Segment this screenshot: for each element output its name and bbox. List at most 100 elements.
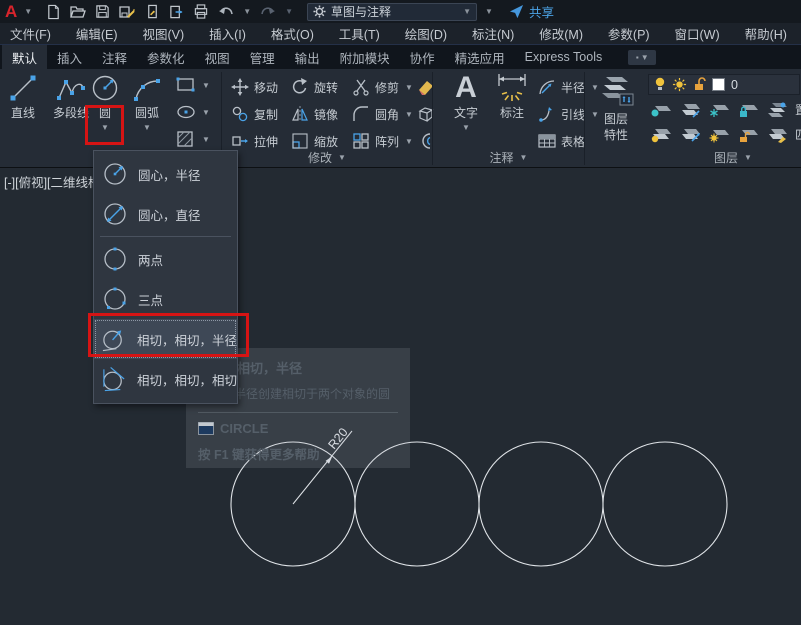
layer-on-icon[interactable] (650, 126, 672, 143)
mirror-button[interactable]: 镜像 (291, 104, 338, 124)
tab-express-tools[interactable]: Express Tools (515, 45, 613, 69)
save-as-icon[interactable] (119, 4, 136, 20)
menu-item-tan-tan-tan[interactable]: 相切，相切，相切 (94, 359, 237, 399)
arc-button[interactable]: 圆弧 ▼ (124, 71, 170, 132)
text-button[interactable]: A 文字 ▼ (444, 71, 488, 133)
layers-panel-label[interactable]: 图层 ▼ (650, 149, 801, 166)
redo-icon[interactable] (260, 5, 276, 19)
trim-button[interactable]: 修剪 ▼ (352, 77, 413, 97)
layer-unisolate-icon[interactable] (679, 126, 701, 143)
export-icon[interactable] (169, 4, 184, 20)
arc-dropdown-caret-icon[interactable]: ▼ (143, 123, 151, 132)
fillet-button[interactable]: 圆角 ▼ (352, 104, 413, 124)
layer-unlock-row-icon[interactable] (737, 126, 759, 143)
rectangle-caret-icon[interactable]: ▼ (202, 81, 210, 90)
tab-insert[interactable]: 插入 (47, 45, 92, 69)
menu-item-center-radius[interactable]: 圆心，半径 (94, 154, 237, 194)
table-button[interactable]: 表格 (538, 131, 585, 151)
radius-icon (539, 80, 555, 95)
tab-view[interactable]: 视图 (195, 45, 240, 69)
hatch-caret-icon[interactable]: ▼ (202, 135, 210, 144)
layer-thaw-icon[interactable] (708, 126, 730, 143)
redo-caret-icon[interactable]: ▼ (285, 7, 293, 16)
tab-home[interactable]: 默认 (2, 45, 48, 69)
set-current-layer-icon[interactable] (766, 101, 788, 118)
menu-help[interactable]: 帮助(H) (745, 24, 787, 43)
layer-selector[interactable]: 0 (648, 74, 800, 95)
tab-featured-apps[interactable]: 精选应用 (445, 45, 515, 69)
move-button[interactable]: 移动 (231, 77, 278, 97)
array-caret-icon[interactable]: ▼ (405, 137, 413, 146)
fillet-icon (353, 106, 368, 121)
explode-button[interactable] (416, 104, 436, 124)
menu-draw[interactable]: 绘图(D) (405, 24, 447, 43)
tab-parametric[interactable]: 参数化 (137, 45, 195, 69)
undo-caret-icon[interactable]: ▼ (243, 7, 251, 16)
print-icon[interactable] (193, 4, 209, 19)
tab-annotate[interactable]: 注释 (92, 45, 137, 69)
autocad-logo-icon[interactable]: A (5, 2, 17, 22)
polyline-icon (57, 80, 85, 100)
app-menu-caret-icon[interactable]: ▼ (24, 7, 32, 16)
menu-tools[interactable]: 工具(T) (339, 24, 380, 43)
rectangle-icon (176, 77, 195, 92)
menu-window[interactable]: 窗口(W) (675, 24, 720, 43)
fillet-caret-icon[interactable]: ▼ (405, 110, 413, 119)
tab-addins[interactable]: 附加模块 (330, 45, 400, 69)
tab-output[interactable]: 输出 (285, 45, 330, 69)
dimension-icon (498, 74, 526, 101)
ribbon-collapse-button[interactable]: ▪ ▼ (628, 49, 657, 65)
copy-button[interactable]: 复制 (231, 104, 278, 124)
qat-customize-caret-icon[interactable]: ▼ (485, 7, 493, 16)
layer-color-swatch (712, 78, 725, 91)
share-button[interactable]: 共享 (509, 2, 554, 21)
line-button[interactable]: 直线 (2, 71, 44, 121)
mirror-label: 镜像 (314, 107, 339, 122)
menu-edit[interactable]: 编辑(E) (76, 24, 118, 43)
ellipse-button[interactable]: ▼ (176, 102, 210, 122)
save-icon[interactable] (95, 4, 110, 19)
layer-freeze-icon[interactable] (708, 101, 730, 118)
stretch-button[interactable]: 拉伸 (231, 131, 278, 151)
match-layer-icon[interactable] (766, 126, 788, 143)
menu-dimension[interactable]: 标注(N) (472, 24, 514, 43)
menu-file[interactable]: 文件(F) (10, 24, 51, 43)
rotate-button[interactable]: 旋转 (291, 77, 338, 97)
new-file-icon[interactable] (46, 4, 61, 20)
workspace-selector[interactable]: 草图与注释 ▼ (307, 2, 478, 21)
menu-view[interactable]: 视图(V) (142, 24, 184, 43)
modify-panel-label[interactable]: 修改 ▼ (222, 149, 432, 166)
tab-collaborate[interactable]: 协作 (400, 45, 445, 69)
rotate-icon (292, 78, 307, 94)
annotation-panel-label[interactable]: 注释 ▼ (433, 149, 584, 166)
open-folder-icon[interactable] (70, 4, 87, 20)
rectangle-button[interactable]: ▼ (176, 75, 210, 95)
scale-button[interactable]: 缩放 (291, 131, 338, 151)
menu-modify[interactable]: 修改(M) (539, 24, 583, 43)
annotation-panel-caret-icon: ▼ (519, 153, 528, 162)
erase-button[interactable] (416, 77, 436, 97)
layer-lock-icon[interactable] (737, 101, 759, 118)
layer-isolate-icon[interactable] (679, 101, 701, 118)
menu-parametric[interactable]: 参数(P) (608, 24, 650, 43)
set-current-label[interactable]: 置为当前 (795, 101, 801, 118)
layer-properties-button[interactable]: 图层 特性 (590, 71, 642, 143)
menu-item-center-diameter[interactable]: 圆心，直径 (94, 194, 237, 234)
menu-item-2-point[interactable]: 两点 (94, 239, 237, 279)
ellipse-caret-icon[interactable]: ▼ (202, 108, 210, 117)
menu-insert[interactable]: 插入(I) (209, 24, 246, 43)
dimension-button[interactable]: 标注 (490, 71, 534, 121)
viewport-controls[interactable]: [-][俯视][二维线框] (4, 172, 104, 191)
text-caret-icon[interactable]: ▼ (462, 123, 470, 132)
batch-plot-icon[interactable] (145, 4, 160, 20)
undo-icon[interactable] (218, 5, 234, 19)
layers-panel-caret-icon: ▼ (744, 153, 752, 162)
tab-manage[interactable]: 管理 (240, 45, 285, 69)
offset-button[interactable] (416, 131, 436, 151)
array-button[interactable]: 阵列 ▼ (352, 131, 413, 151)
match-layer-label[interactable]: 匹配图层 (795, 126, 801, 143)
layer-off-icon[interactable] (650, 101, 672, 118)
hatch-button[interactable]: ▼ (176, 129, 210, 149)
menu-format[interactable]: 格式(O) (271, 24, 314, 43)
trim-caret-icon[interactable]: ▼ (405, 83, 413, 92)
